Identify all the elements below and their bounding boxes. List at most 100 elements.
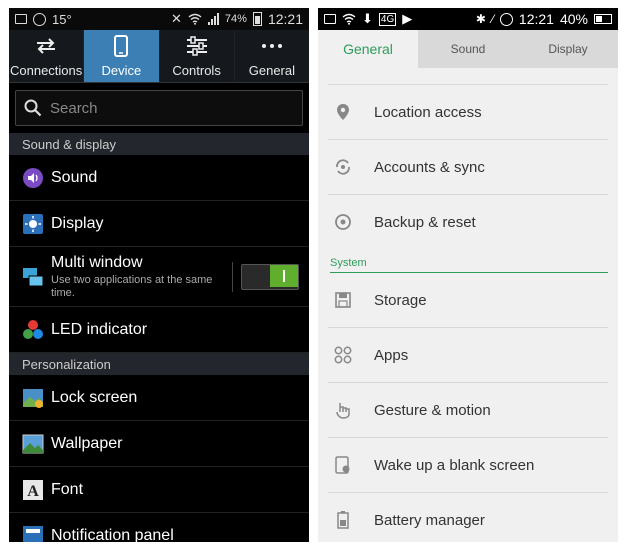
status-bar: ⬇ 4G ▶ ✱ ⁄ 12:21 40% <box>318 8 618 30</box>
apps-icon <box>332 346 354 364</box>
setting-item-location-access[interactable]: Location access <box>328 85 608 140</box>
setting-item-backup-reset[interactable]: Backup & reset <box>328 195 608 249</box>
more-dots-icon <box>261 33 283 59</box>
wifi-icon <box>342 13 356 25</box>
tab-controls[interactable]: Controls <box>160 30 235 82</box>
phone-icon <box>114 33 129 59</box>
no-signal-icon: ⁄ <box>491 12 494 26</box>
whatsapp-icon <box>33 12 46 26</box>
tab-connections[interactable]: Connections <box>9 30 85 82</box>
sliders-icon <box>186 33 208 59</box>
setting-item-gesture-motion[interactable]: Gesture & motion <box>328 383 608 438</box>
tab-sound[interactable]: Sound <box>418 30 518 68</box>
setting-item-display[interactable]: Display <box>9 201 309 247</box>
section-header-sound-display: Sound & display <box>9 133 309 155</box>
setting-item-notification-panel[interactable]: Notification panel <box>9 513 309 542</box>
sound-icon <box>22 167 44 189</box>
tab-general[interactable]: General <box>235 30 309 82</box>
item-subtitle: Use two applications at the same time. <box>51 273 213 299</box>
clock: 12:21 <box>518 11 554 27</box>
gallery-notification-icon <box>15 14 27 24</box>
alarm-icon <box>499 12 513 26</box>
signal-icon <box>207 13 219 25</box>
lock-screen-icon <box>22 387 44 409</box>
divider <box>232 261 233 292</box>
setting-item-lock-screen[interactable]: Lock screen <box>9 375 309 421</box>
item-label: Lock screen <box>51 388 138 406</box>
setting-item-wake-up-blank-screen[interactable]: Wake up a blank screen <box>328 438 608 493</box>
tab-display[interactable]: Display <box>518 30 618 68</box>
section-header-personalization: Personalization <box>9 353 309 375</box>
setting-item-led-indicator[interactable]: LED indicator <box>9 307 309 353</box>
svg-text:A: A <box>27 483 39 500</box>
multi-window-icon <box>22 266 44 288</box>
item-label: Location access <box>374 103 482 121</box>
display-icon <box>22 213 44 235</box>
download-icon: ⬇ <box>362 11 373 26</box>
item-label: Sound <box>51 168 98 186</box>
item-label: Wake up a blank screen <box>374 456 535 474</box>
settings-tabs: Connections Device Controls General <box>9 30 309 83</box>
toggle-knob <box>270 264 298 287</box>
settings-list: Location access Accounts & sync Backup &… <box>318 68 618 542</box>
item-label: Apps <box>374 346 409 364</box>
gesture-icon <box>332 401 354 419</box>
location-pin-icon <box>332 103 354 121</box>
section-header-system: System <box>330 249 608 273</box>
tab-label: Connections <box>9 63 83 78</box>
setting-item-sound[interactable]: Sound <box>9 155 309 201</box>
item-label: Wallpaper <box>51 434 123 452</box>
wallpaper-icon <box>22 433 44 455</box>
search-icon <box>24 99 42 117</box>
tab-device[interactable]: Device <box>84 30 160 82</box>
status-bar: 15° ✕ 74% 12:21 <box>9 8 309 30</box>
wifi-icon <box>188 13 202 25</box>
item-label: Multi window <box>51 253 143 271</box>
backup-icon <box>332 213 354 231</box>
font-icon: A <box>22 479 44 501</box>
notification-panel-icon <box>22 525 44 542</box>
item-label: Battery manager <box>374 511 485 529</box>
right-phone-screen: ⬇ 4G ▶ ✱ ⁄ 12:21 40% General Sound Displ… <box>318 8 618 542</box>
item-label: Notification panel <box>51 526 174 543</box>
close-notification-icon <box>324 14 336 24</box>
wake-screen-icon <box>332 456 354 474</box>
tab-label: General <box>248 63 295 78</box>
item-label: Display <box>51 214 104 232</box>
swap-arrows-icon <box>35 33 57 59</box>
item-label: Font <box>51 480 84 498</box>
list-top-divider <box>328 68 608 85</box>
battery-percent: 40% <box>559 11 588 27</box>
item-label: Storage <box>374 291 427 309</box>
network-badge: 4G <box>378 12 397 26</box>
multi-window-toggle[interactable] <box>241 263 299 290</box>
setting-item-wallpaper[interactable]: Wallpaper <box>9 421 309 467</box>
clock: 12:21 <box>267 11 303 27</box>
setting-item-accounts-sync[interactable]: Accounts & sync <box>328 140 608 195</box>
setting-item-multi-window[interactable]: Multi window Use two applications at the… <box>9 247 309 307</box>
settings-tabs: General Sound Display <box>318 30 618 68</box>
setting-item-apps[interactable]: Apps <box>328 328 608 383</box>
search-input[interactable]: Search <box>15 90 303 126</box>
mute-icon: ✕ <box>171 11 182 26</box>
battery-percent: 74% <box>224 13 247 25</box>
battery-icon <box>332 511 354 529</box>
weather-temp: 15° <box>52 11 72 27</box>
left-phone-screen: 15° ✕ 74% 12:21 Connections Device Contr… <box>9 8 309 542</box>
sync-icon <box>332 158 354 176</box>
led-indicator-icon <box>22 319 44 341</box>
storage-icon <box>332 292 354 308</box>
setting-item-font[interactable]: A Font <box>9 467 309 513</box>
tab-general[interactable]: General <box>318 30 418 68</box>
item-label: Accounts & sync <box>374 158 485 176</box>
tab-label: Device <box>101 63 142 78</box>
item-label: LED indicator <box>51 320 148 338</box>
setting-item-battery-manager[interactable]: Battery manager <box>328 493 608 542</box>
tab-label: Controls <box>172 63 221 78</box>
search-bar: Search <box>9 83 309 133</box>
battery-icon <box>252 12 262 26</box>
setting-item-storage[interactable]: Storage <box>328 273 608 328</box>
play-store-icon: ▶ <box>402 11 413 26</box>
battery-icon <box>594 14 612 24</box>
bluetooth-icon: ✱ <box>475 12 486 26</box>
